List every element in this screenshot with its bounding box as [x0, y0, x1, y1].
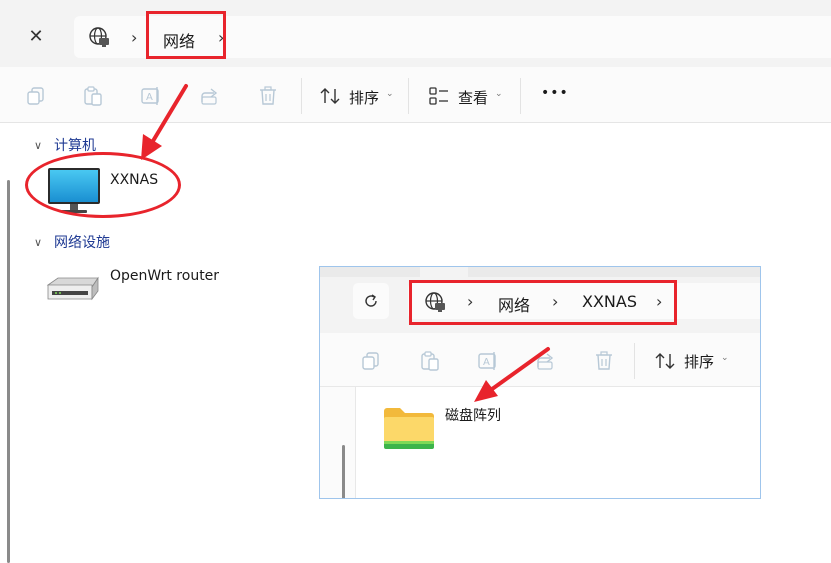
inset-vertical-scrollbar[interactable] [342, 445, 345, 498]
toolbar-separator [408, 78, 409, 114]
chevron-down-icon[interactable]: ∨ [34, 236, 44, 249]
chevron-down-icon[interactable]: ∨ [34, 139, 44, 152]
share-icon[interactable] [199, 85, 221, 107]
globe-icon [89, 27, 109, 47]
svg-text:A: A [146, 92, 153, 103]
group-title: 网络设施 [54, 235, 110, 251]
inset-explorer-window: › 网络 › XXNAS › A 排序 ⌄ 磁盘阵列 [319, 266, 761, 499]
vertical-scrollbar[interactable] [7, 180, 10, 563]
command-toolbar [0, 67, 831, 123]
item-label-disk-array[interactable]: 磁盘阵列 [445, 405, 501, 425]
breadcrumb-separator[interactable]: › [131, 28, 137, 47]
sort-button[interactable]: 排序 [684, 351, 714, 372]
delete-icon[interactable] [593, 350, 615, 372]
router-icon[interactable] [44, 275, 102, 305]
share-icon[interactable] [535, 350, 557, 372]
group-header-network-infrastructure[interactable]: ∨ 网络设施 [34, 232, 110, 252]
sort-icon[interactable] [654, 350, 676, 372]
item-label-openwrt-router[interactable]: OpenWrt router [110, 268, 219, 284]
highlight-box-inset-breadcrumb [409, 280, 677, 325]
sort-button[interactable]: 排序 [349, 87, 379, 108]
refresh-icon [365, 294, 377, 307]
view-icon[interactable] [428, 85, 450, 107]
paste-icon[interactable] [419, 350, 441, 372]
rename-icon[interactable]: A [140, 85, 162, 107]
svg-text:A: A [483, 357, 490, 368]
sort-caret-icon[interactable]: ⌄ [386, 89, 394, 99]
delete-icon[interactable] [257, 85, 279, 107]
view-caret-icon[interactable]: ⌄ [495, 89, 503, 99]
sort-icon[interactable] [319, 85, 341, 107]
inset-navigation-pane [320, 387, 356, 498]
view-button[interactable]: 查看 [458, 87, 488, 108]
close-icon[interactable]: ✕ [24, 24, 48, 48]
copy-icon[interactable] [25, 85, 47, 107]
toolbar-separator [634, 343, 635, 379]
rename-icon[interactable]: A [477, 350, 499, 372]
more-icon[interactable]: ••• [541, 85, 569, 101]
highlight-box-breadcrumb [146, 11, 226, 59]
copy-icon[interactable] [360, 350, 382, 372]
sort-caret-icon[interactable]: ⌄ [721, 353, 729, 363]
folder-icon[interactable] [382, 403, 436, 453]
inset-tab-strip [320, 267, 420, 277]
refresh-button[interactable] [353, 283, 389, 319]
toolbar-separator [301, 78, 302, 114]
inset-tab-strip [468, 267, 760, 277]
paste-icon[interactable] [82, 85, 104, 107]
toolbar-separator [520, 78, 521, 114]
highlight-ellipse-xxnas [25, 152, 181, 218]
